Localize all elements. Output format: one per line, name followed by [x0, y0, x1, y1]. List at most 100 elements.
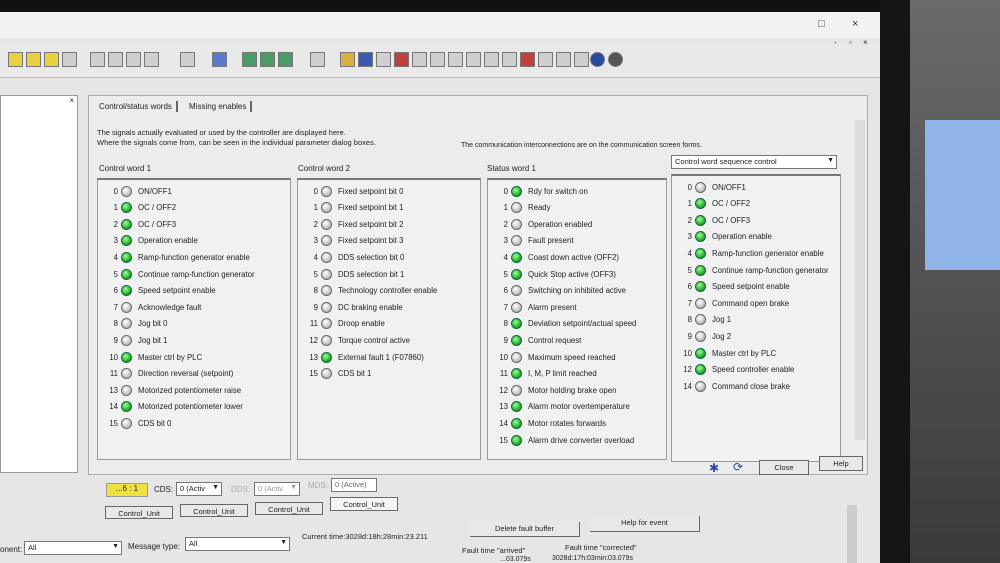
bit-number: 7 — [113, 302, 118, 312]
signal-row: 2 OC / OFF3 — [104, 217, 176, 231]
toolbar-icon[interactable] — [574, 52, 589, 67]
tab-control-unit[interactable]: Control_Unit — [180, 504, 248, 517]
toolbar-icon[interactable] — [340, 52, 355, 67]
word-selector-dropdown[interactable]: Control word sequence control ▼ — [671, 155, 837, 169]
toolbar-icon[interactable] — [212, 52, 227, 67]
toolbar-icon[interactable] — [484, 52, 499, 67]
bit-number: 9 — [687, 331, 692, 341]
toolbar-icon[interactable] — [608, 52, 623, 67]
dds-label: DDS: — [231, 485, 251, 494]
toolbar-icon[interactable] — [430, 52, 445, 67]
toolbar-icon[interactable] — [144, 52, 159, 67]
toolbar-icon[interactable] — [310, 52, 325, 67]
signal-row: 7 Alarm present — [494, 300, 577, 314]
tab-control-unit-active[interactable]: Control_Unit — [330, 497, 398, 511]
toolbar-icon[interactable] — [502, 52, 517, 67]
refresh-icon[interactable]: ⟳ — [733, 460, 743, 474]
toolbar-icon[interactable] — [358, 52, 373, 67]
tab-control-unit[interactable]: Control_Unit — [255, 502, 323, 515]
cds-value: 0 (Activ — [180, 484, 206, 493]
status-led-icon — [121, 401, 132, 413]
delete-fault-buffer-button[interactable]: Delete fault buffer — [470, 522, 580, 537]
toolbar-icon[interactable] — [590, 52, 605, 67]
toolbar-icon[interactable] — [448, 52, 463, 67]
message-scrollbar[interactable] — [847, 505, 857, 563]
signal-row: 11 I, M, P limit reached — [494, 367, 597, 381]
maximize-button[interactable]: □ — [818, 18, 825, 30]
signal-row: 8 Jog bit 0 — [104, 317, 167, 331]
toolbar — [0, 44, 880, 78]
signal-label: Continue ramp-function generator — [138, 269, 255, 279]
tab-missing-enables[interactable]: Missing enables — [185, 101, 253, 112]
signal-label: Droop enable — [338, 319, 385, 329]
status-led-icon — [695, 181, 706, 193]
signal-row: 8 Jog 1 — [678, 313, 731, 327]
status-led-icon — [695, 297, 706, 309]
toolbar-icon[interactable] — [90, 52, 105, 67]
signal-row: 10 Maximum speed reached — [494, 350, 616, 364]
toolbar-icon[interactable] — [8, 52, 23, 67]
toolbar-icon[interactable] — [260, 52, 275, 67]
toolbar-icon[interactable] — [180, 52, 195, 67]
toolbar-icon[interactable] — [556, 52, 571, 67]
tab-control-status-words[interactable]: Control/status words — [95, 101, 178, 112]
toolbar-icon[interactable] — [412, 52, 427, 67]
toolbar-icon[interactable] — [394, 52, 409, 67]
close-window-button[interactable]: × — [852, 18, 858, 30]
status-led-icon — [321, 318, 332, 330]
component-dropdown[interactable]: All ▼ — [24, 541, 122, 555]
signal-label: DDS selection bit 1 — [338, 269, 405, 279]
signal-row: 8 Deviation setpoint/actual speed — [494, 317, 636, 331]
tab-control-unit[interactable]: Control_Unit — [105, 506, 173, 519]
toolbar-icon[interactable] — [242, 52, 257, 67]
bit-number: 10 — [499, 352, 508, 362]
bit-number: 8 — [313, 286, 318, 296]
bit-number: 0 — [313, 186, 318, 196]
status-led-icon — [695, 347, 706, 359]
close-button[interactable]: Close — [759, 460, 809, 475]
bit-number: 15 — [499, 435, 508, 445]
bit-number: 3 — [113, 236, 118, 246]
group-title: Status word 1 — [487, 164, 536, 173]
signal-row: 0 Fixed setpoint bit 0 — [304, 184, 403, 198]
signal-label: DDS selection bit 0 — [338, 252, 405, 262]
signal-label: Torque control active — [338, 335, 410, 345]
settings-icon[interactable]: ✱ — [709, 461, 719, 475]
toolbar-icon[interactable] — [126, 52, 141, 67]
status-led-icon — [121, 417, 132, 429]
column-header-arrived[interactable]: Fault time "arrived" — [462, 546, 525, 555]
bit-number: 0 — [687, 182, 692, 192]
toolbar-icon[interactable] — [108, 52, 123, 67]
toolbar-icon[interactable] — [520, 52, 535, 67]
toolbar-icon[interactable] — [376, 52, 391, 67]
drive-indicator: ...6 : 1 — [106, 483, 148, 497]
close-panel-icon[interactable]: × — [69, 96, 74, 105]
help-button[interactable]: Help — [819, 456, 863, 471]
signal-label: Motorized potentiometer lower — [138, 402, 243, 412]
status-led-icon — [121, 202, 132, 214]
help-for-event-button[interactable]: Help for event — [590, 516, 700, 532]
toolbar-icon[interactable] — [466, 52, 481, 67]
toolbar-icon[interactable] — [62, 52, 77, 67]
bit-number: 4 — [313, 252, 318, 262]
toolbar-icon[interactable] — [26, 52, 41, 67]
status-led-icon — [121, 235, 132, 247]
signal-row: 15 Alarm drive converter overload — [494, 433, 634, 447]
bit-number: 9 — [503, 335, 508, 345]
toolbar-icon[interactable] — [538, 52, 553, 67]
status-word-1-group: 0 Rdy for switch on 1 Ready 2 Operation enabl… — [487, 178, 667, 460]
vertical-scrollbar[interactable] — [855, 120, 865, 440]
signal-row: 9 Jog 2 — [678, 329, 731, 343]
toolbar-icon[interactable] — [278, 52, 293, 67]
status-led-icon — [321, 301, 332, 313]
signal-label: I, M, P limit reached — [528, 369, 597, 379]
toolbar-icon[interactable] — [44, 52, 59, 67]
cds-dropdown[interactable]: 0 (Activ ▼ — [176, 482, 222, 496]
signal-label: Motor rotates forwards — [528, 418, 606, 428]
bit-number: 8 — [687, 315, 692, 325]
column-header-corrected[interactable]: Fault time "corrected" — [565, 543, 637, 552]
message-type-dropdown[interactable]: All ▼ — [185, 537, 290, 551]
tab-label: Control_Unit — [118, 509, 160, 518]
signal-label: OC / OFF3 — [138, 219, 177, 229]
dds-dropdown[interactable]: 0 (Activ ▼ — [254, 482, 300, 496]
